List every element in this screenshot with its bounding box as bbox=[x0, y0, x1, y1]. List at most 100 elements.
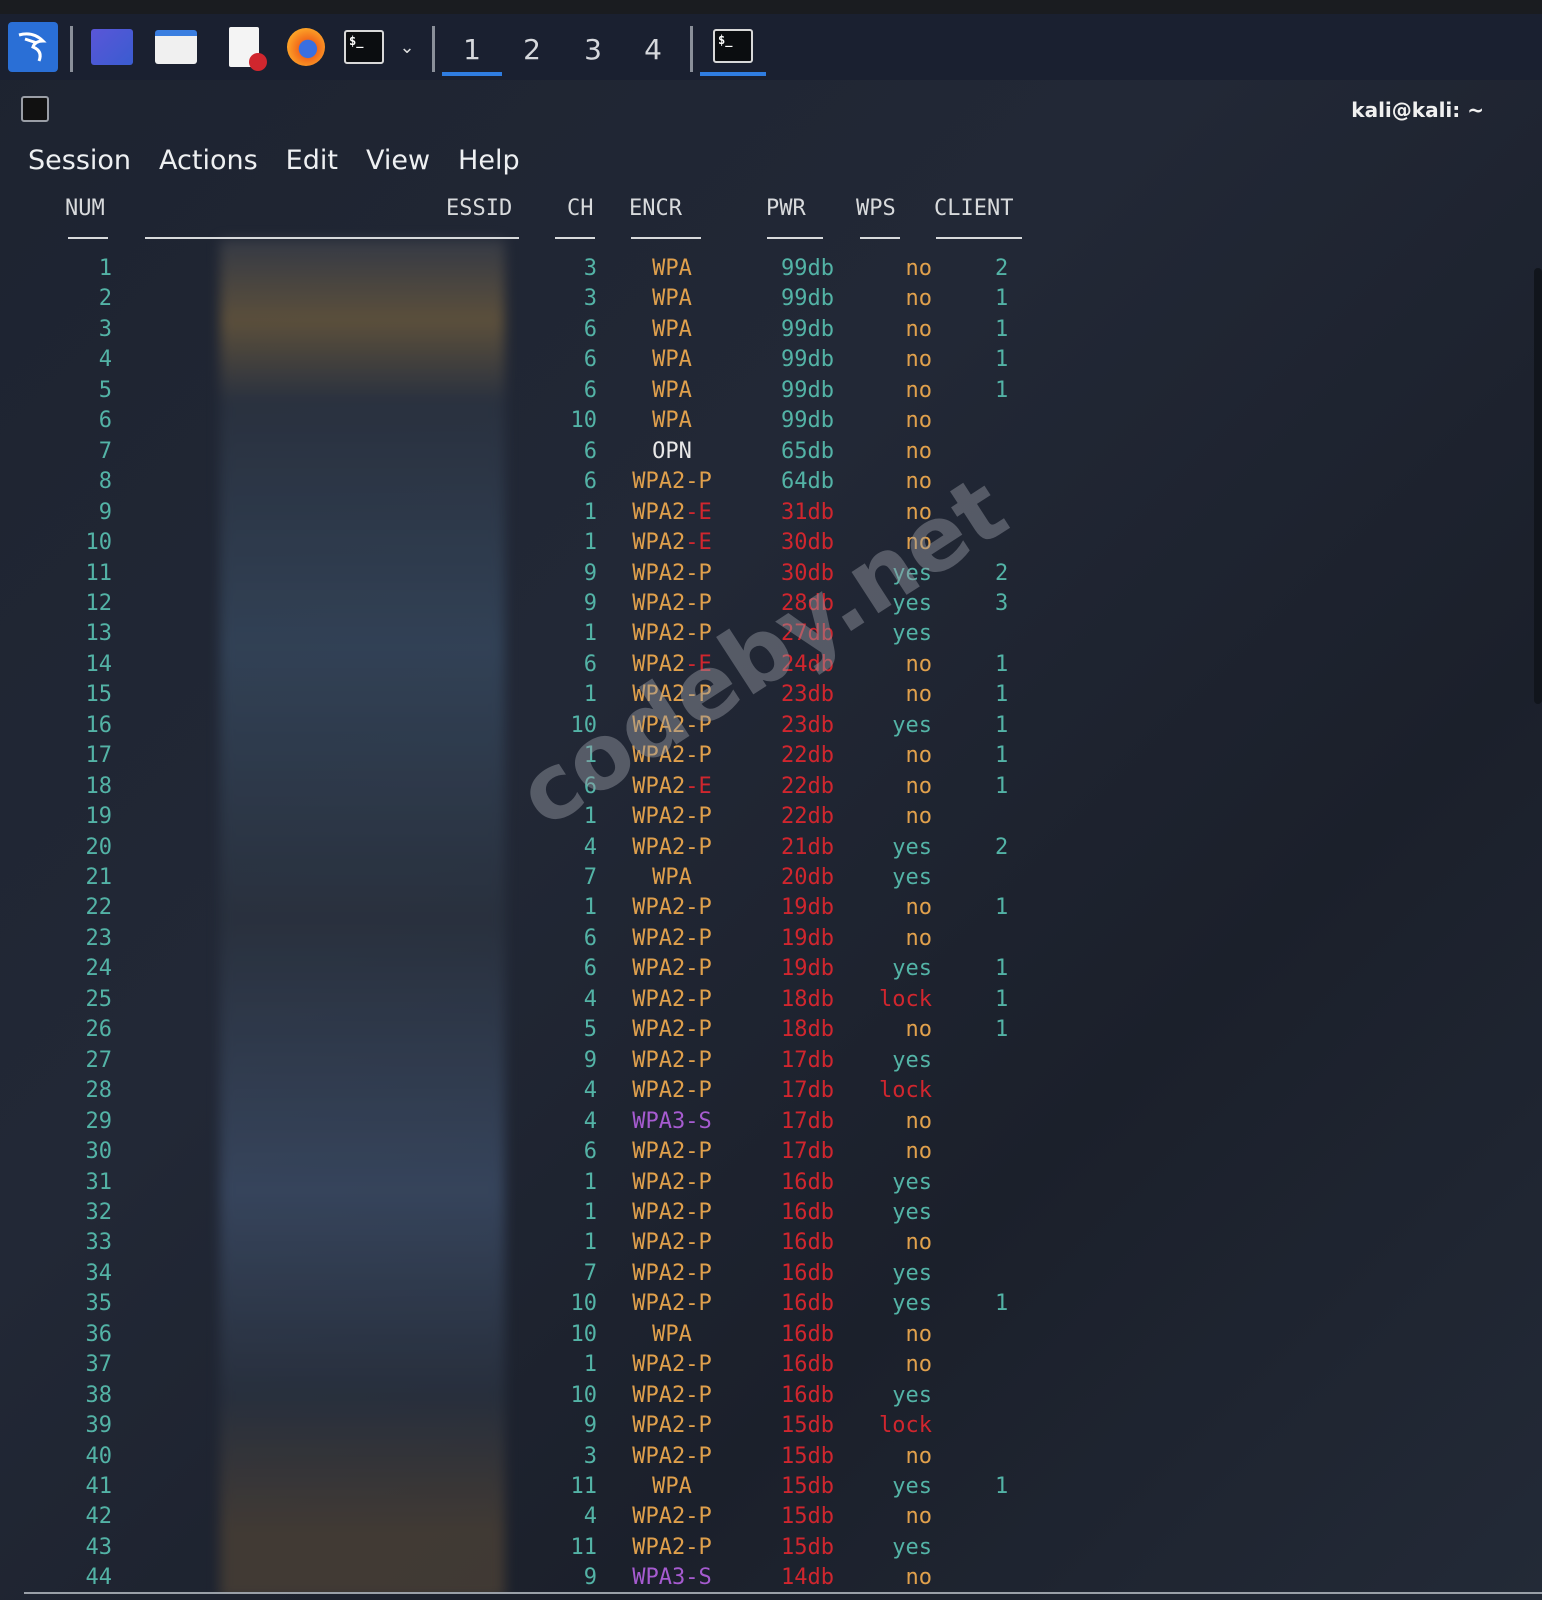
row-channel: 6 bbox=[583, 651, 597, 677]
row-channel: 6 bbox=[583, 469, 597, 495]
separator bbox=[70, 26, 73, 72]
row-channel: 6 bbox=[583, 347, 597, 373]
menu-edit[interactable]: Edit bbox=[286, 145, 338, 176]
underline bbox=[631, 237, 701, 239]
row-channel: 3 bbox=[583, 1443, 597, 1469]
row-encryption: WPA bbox=[652, 408, 692, 434]
row-encryption: WPA2-P bbox=[632, 1260, 712, 1286]
row-wps: no bbox=[905, 1139, 933, 1165]
menu-actions[interactable]: Actions bbox=[159, 145, 258, 176]
row-wps: no bbox=[905, 773, 933, 799]
header-ch: CH bbox=[567, 196, 594, 221]
row-encryption: WPA bbox=[652, 256, 692, 281]
row-power: 15db bbox=[781, 1474, 834, 1499]
row-encryption: WPA2-P bbox=[632, 1504, 712, 1530]
row-client: 1 bbox=[995, 956, 1009, 982]
taskbar-terminal-window[interactable]: $_ bbox=[700, 20, 766, 76]
menu-help[interactable]: Help bbox=[458, 145, 520, 176]
desktop-icon[interactable] bbox=[90, 22, 134, 72]
row-power: 15db bbox=[781, 1443, 834, 1469]
row-encryption: WPA bbox=[652, 865, 692, 890]
row-channel: 6 bbox=[583, 925, 597, 951]
row-wps: no bbox=[905, 347, 933, 373]
menu-view[interactable]: View bbox=[366, 145, 430, 176]
workspace-4[interactable]: 4 bbox=[623, 28, 683, 72]
row-power: 14db bbox=[781, 1565, 834, 1591]
terminal-output[interactable]: NUM ESSID CH ENCR PWR WPS CLIENT 1 3 WPA 99… bbox=[0, 184, 1530, 1594]
row-channel: 1 bbox=[583, 1352, 597, 1378]
row-channel: 4 bbox=[583, 1108, 597, 1134]
row-num: 11 bbox=[85, 560, 113, 586]
menu-session[interactable]: Session bbox=[28, 145, 131, 176]
row-num: 7 bbox=[98, 438, 112, 464]
row-wps: no bbox=[905, 1321, 933, 1347]
chevron-down-icon[interactable]: ⌄ bbox=[396, 22, 418, 72]
row-num: 30 bbox=[85, 1139, 113, 1165]
row-num: 33 bbox=[85, 1230, 113, 1256]
row-encryption: WPA2-P bbox=[632, 1017, 712, 1043]
row-wps: lock bbox=[879, 1413, 932, 1439]
row-power: 99db bbox=[781, 286, 834, 312]
row-num: 26 bbox=[85, 1017, 113, 1043]
window-title: kali@kali: ~ bbox=[1351, 98, 1484, 122]
row-encryption: WPA2-P bbox=[632, 1078, 712, 1104]
row-power: 99db bbox=[781, 408, 834, 434]
header-client: CLIENT bbox=[934, 196, 1014, 221]
row-power: 20db bbox=[781, 865, 834, 890]
row-num: 20 bbox=[85, 834, 113, 860]
row-channel: 4 bbox=[583, 986, 597, 1012]
firefox-icon[interactable] bbox=[284, 22, 328, 72]
row-num: 1 bbox=[98, 256, 112, 281]
scrollbar[interactable] bbox=[1534, 268, 1542, 704]
row-channel: 1 bbox=[583, 895, 597, 921]
row-channel: 3 bbox=[583, 286, 597, 312]
row-num: 42 bbox=[85, 1504, 113, 1530]
row-encryption: WPA3-S bbox=[632, 1565, 712, 1591]
bottom-border bbox=[24, 1592, 1542, 1594]
workspace-2[interactable]: 2 bbox=[502, 28, 562, 72]
row-power: 19db bbox=[781, 895, 834, 921]
row-channel: 9 bbox=[583, 590, 597, 616]
row-client: 1 bbox=[995, 743, 1009, 769]
kali-menu-icon[interactable] bbox=[8, 22, 58, 72]
terminal-window: kali@kali: ~ Session Actions Edit View H… bbox=[0, 82, 1542, 1600]
header-essid: ESSID bbox=[446, 196, 513, 221]
row-channel: 1 bbox=[583, 1169, 597, 1195]
file-manager-icon[interactable] bbox=[154, 22, 198, 72]
row-encryption: WPA2-P bbox=[632, 590, 712, 616]
row-wps: no bbox=[905, 438, 933, 464]
row-wps: yes bbox=[892, 956, 932, 982]
row-wps: no bbox=[905, 286, 933, 312]
row-num: 37 bbox=[85, 1352, 113, 1378]
workspace-3[interactable]: 3 bbox=[563, 28, 623, 72]
workspace-1[interactable]: 1 bbox=[442, 28, 502, 76]
terminal-launcher-icon[interactable]: $_ bbox=[342, 22, 386, 72]
table-row: 14 6 WPA2-E 24db no 1 bbox=[0, 652, 1100, 682]
row-power: 16db bbox=[781, 1260, 834, 1286]
table-row: 15 1 WPA2-P 23db no 1 bbox=[0, 682, 1100, 712]
row-wps: no bbox=[905, 895, 933, 921]
row-encryption: WPA2-P bbox=[632, 1230, 712, 1256]
row-channel: 4 bbox=[583, 1504, 597, 1530]
row-power: 18db bbox=[781, 1017, 834, 1043]
row-encryption: WPA2-P bbox=[632, 925, 712, 951]
row-channel: 6 bbox=[583, 1139, 597, 1165]
row-wps: yes bbox=[892, 1382, 932, 1408]
row-channel: 1 bbox=[583, 1230, 597, 1256]
row-channel: 10 bbox=[570, 1382, 598, 1408]
row-encryption: WPA bbox=[652, 286, 692, 312]
row-num: 24 bbox=[85, 956, 113, 982]
row-channel: 9 bbox=[583, 1413, 597, 1439]
row-wps: no bbox=[905, 682, 933, 708]
menu-bar: Session Actions Edit View Help bbox=[0, 136, 520, 184]
separator bbox=[432, 26, 435, 72]
row-client: 2 bbox=[995, 834, 1009, 860]
table-row: 21 7 WPA 20db yes bbox=[0, 865, 1100, 895]
row-client: 3 bbox=[995, 590, 1009, 616]
row-client: 1 bbox=[995, 347, 1009, 373]
row-num: 29 bbox=[85, 1108, 113, 1134]
row-channel: 9 bbox=[583, 560, 597, 586]
row-wps: no bbox=[905, 925, 933, 951]
text-editor-icon[interactable] bbox=[222, 22, 267, 72]
row-power: 99db bbox=[781, 347, 834, 373]
